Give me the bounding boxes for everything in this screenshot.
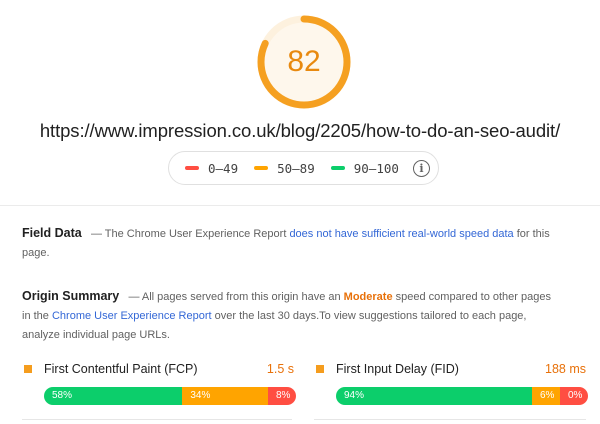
score-legend: 0–49 50–89 90–100 i [168,151,439,185]
legend-label-average: 50–89 [277,160,315,176]
performance-score-gauge: 82 [256,14,352,110]
average-square-icon [316,365,324,373]
field-data-heading: Field Data [22,226,82,240]
origin-summary-dash: — [128,291,140,303]
section-divider [0,205,600,206]
origin-summary-rating: Moderate [343,291,393,303]
crux-report-link[interactable]: Chrome User Experience Report [52,310,212,322]
origin-summary-heading: Origin Summary [22,289,120,303]
audited-url: https://www.impression.co.uk/blog/2205/h… [39,120,561,141]
metric-fid-rule [314,419,586,420]
origin-summary-text: All pages served from this origin have a… [141,291,341,303]
fid-good-segment: 94% [336,387,532,405]
legend-swatch-average [254,166,269,170]
field-data-link[interactable]: does not have sufficient real-world spee… [289,228,513,240]
fcp-average-segment: 34% [182,387,268,405]
metric-fid-distribution-bar: 94% 6% 0% [336,387,588,405]
origin-summary-section: Origin Summary — All pages served from t… [22,287,562,345]
legend-swatch-good [330,166,345,170]
legend-item-good: 90–100 [330,160,399,176]
metric-fcp: First Contentful Paint (FCP) 1.5 s 58% 3… [22,358,296,405]
metric-fid-header: First Input Delay (FID) 188 ms [314,358,588,380]
fcp-poor-segment: 8% [268,387,296,405]
metric-fid-name: First Input Delay (FID) [336,362,459,376]
fid-poor-segment: 0% [560,387,588,405]
metric-fcp-rule [22,419,292,420]
performance-score: 82 [287,45,321,78]
metric-fid-value: 188 ms [545,362,586,376]
legend-label-good: 90–100 [353,160,399,176]
field-data-text: The Chrome User Experience Report [104,228,287,240]
info-circle-icon[interactable]: i [412,159,430,177]
metric-fcp-header: First Contentful Paint (FCP) 1.5 s [22,358,296,380]
legend-label-poor: 0–49 [208,160,239,176]
metric-fid: First Input Delay (FID) 188 ms 94% 6% 0% [314,358,588,405]
legend-item-average: 50–89 [254,161,315,176]
fid-average-segment: 6% [532,387,560,405]
fcp-good-segment: 58% [44,387,183,405]
legend-swatch-poor [185,166,199,170]
field-data-section: Field Data — The Chrome User Experience … [22,224,562,263]
field-data-dash: — [90,228,102,240]
metric-fcp-value: 1.5 s [266,362,294,376]
metric-fcp-name: First Contentful Paint (FCP) [44,362,198,376]
metric-fcp-distribution-bar: 58% 34% 8% [44,387,296,405]
average-square-icon [24,365,32,373]
legend-item-poor: 0–49 [185,161,238,176]
